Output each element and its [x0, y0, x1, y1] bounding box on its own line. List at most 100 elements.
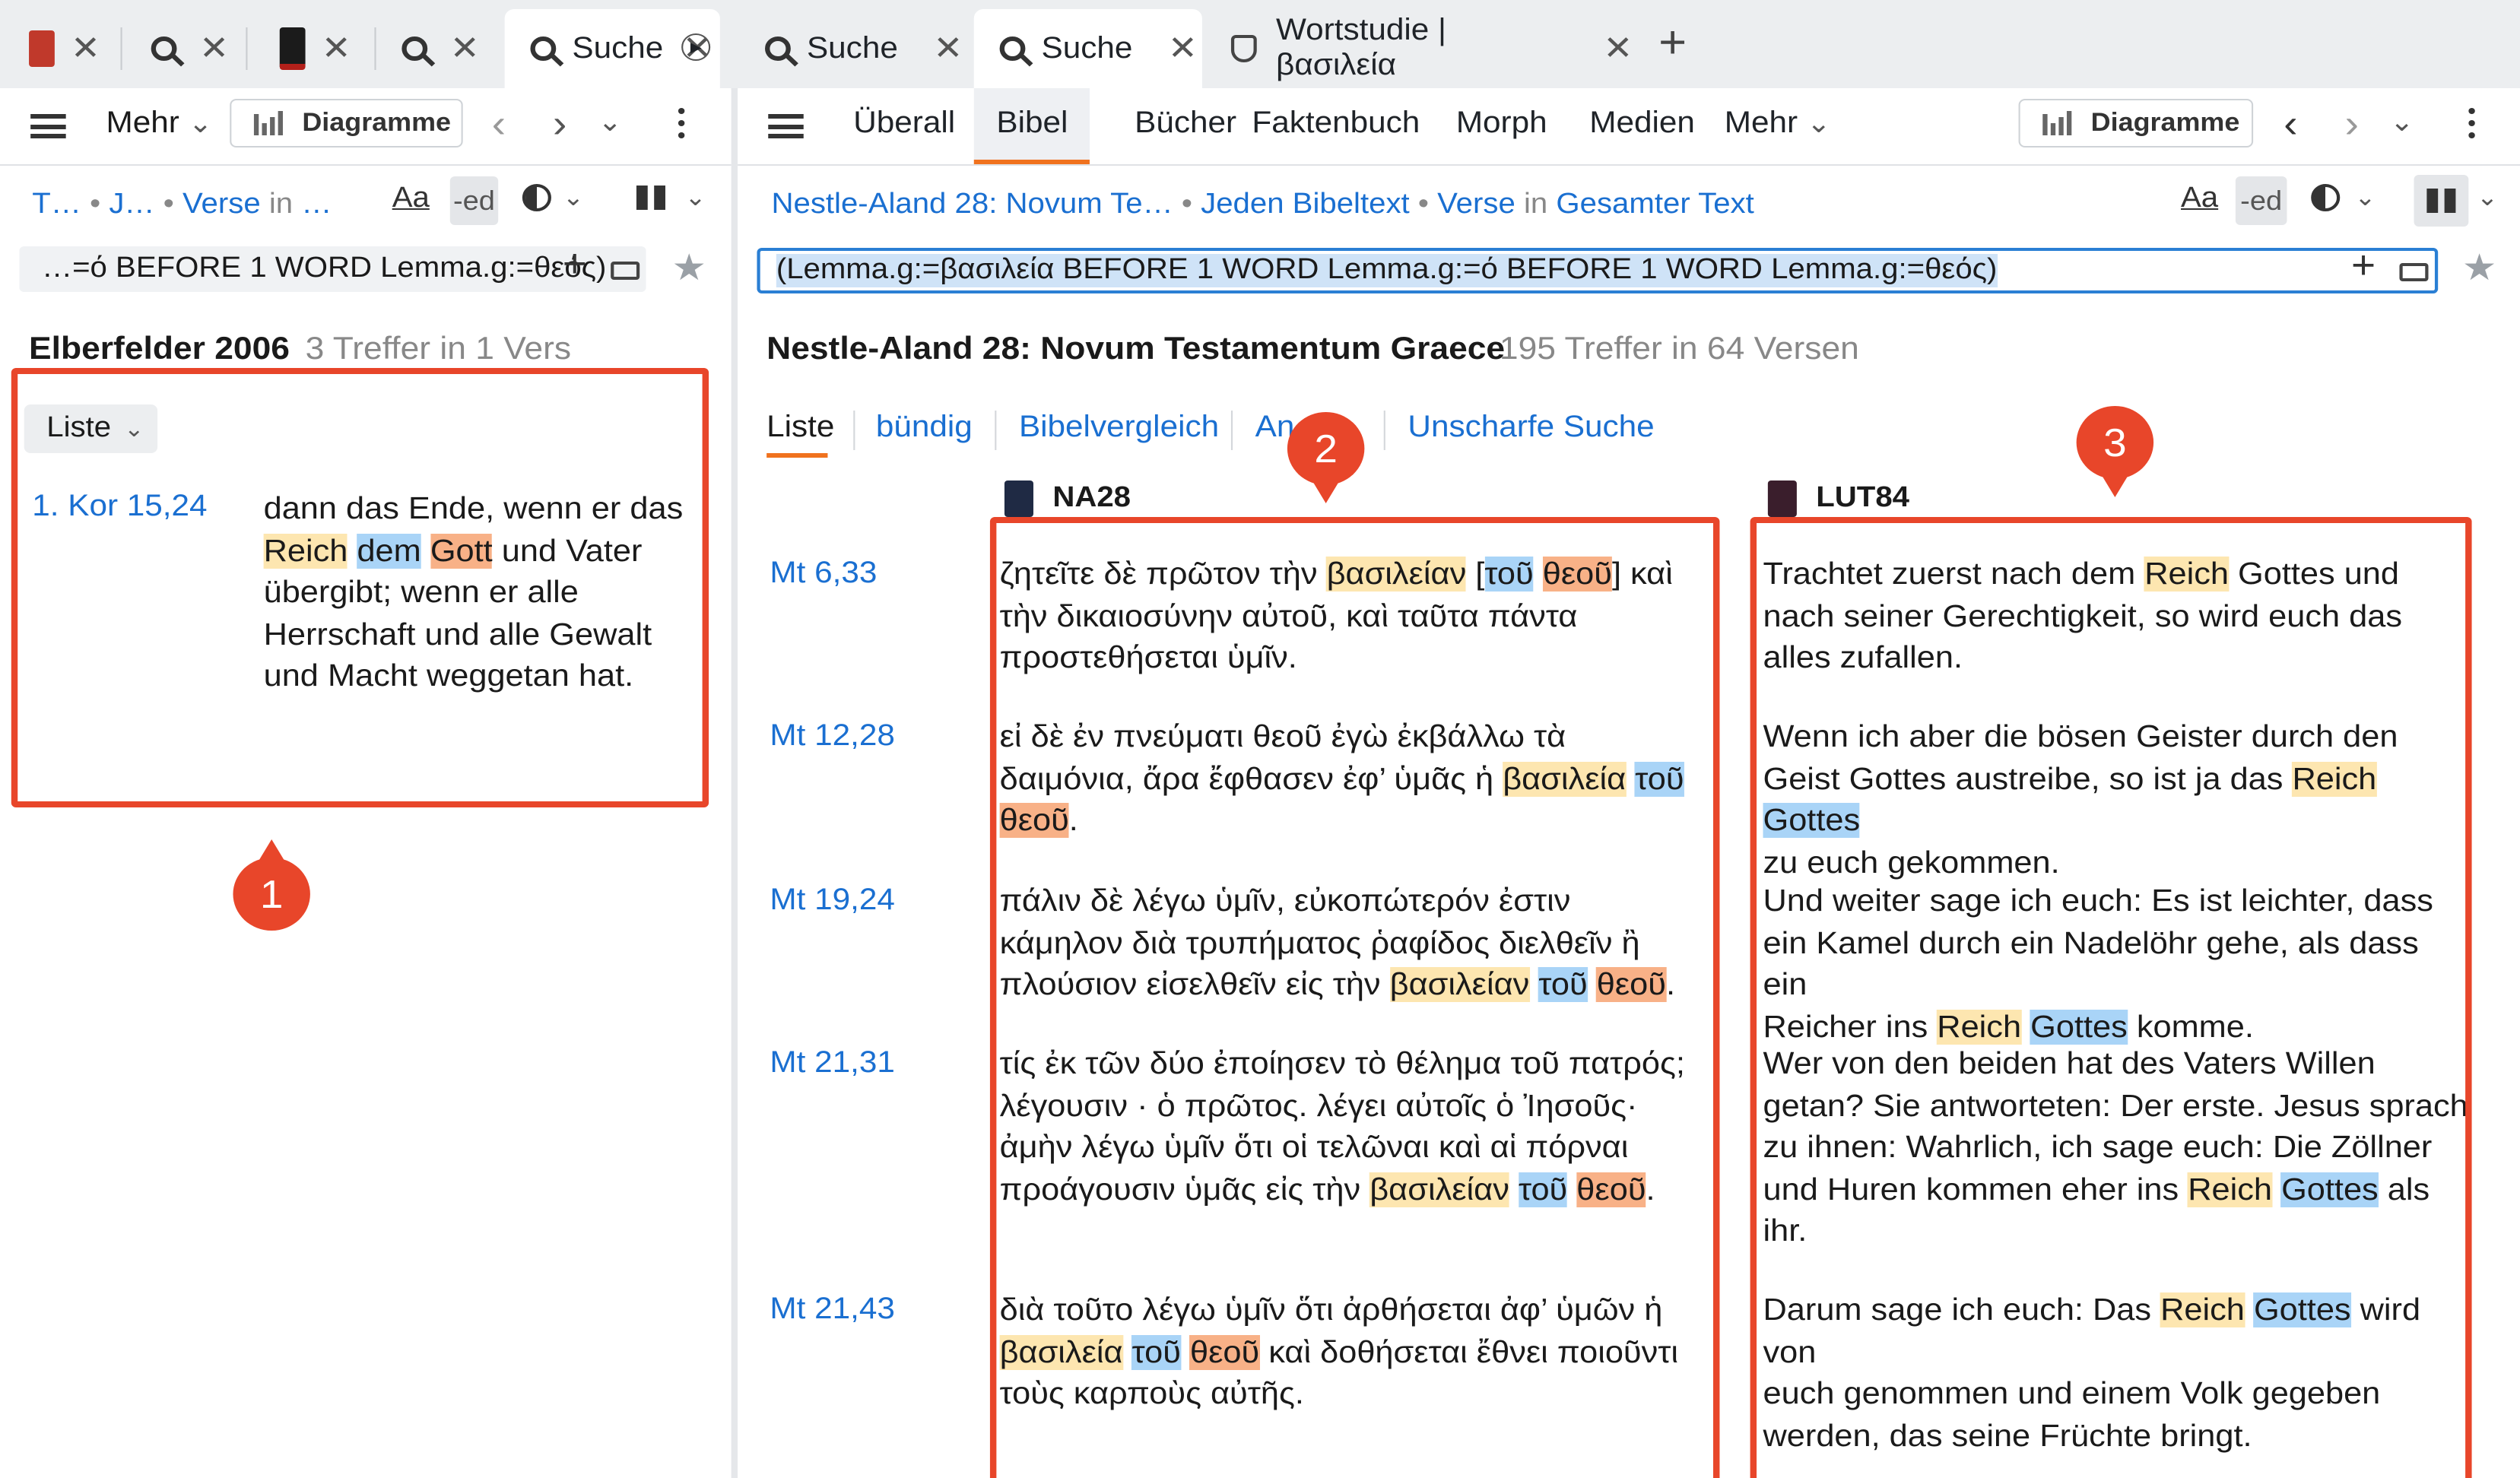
- breadcrumb-unit[interactable]: Verse: [182, 189, 261, 220]
- search-icon: [765, 36, 791, 61]
- verse-reference[interactable]: Mt 19,24: [770, 883, 894, 918]
- subtab-unscharfe-suche[interactable]: Unscharfe Suche: [1408, 411, 1654, 446]
- bar-chart-icon: [2042, 111, 2074, 135]
- search-icon: [151, 36, 177, 61]
- back-arrow-icon[interactable]: ‹: [492, 100, 506, 147]
- tab-search-5[interactable]: Suche ✕: [973, 9, 1202, 88]
- panel-divider[interactable]: [731, 88, 738, 1478]
- chevron-down-icon[interactable]: ⌄: [684, 182, 706, 213]
- close-icon[interactable]: ✕: [199, 29, 229, 68]
- forward-arrow-icon[interactable]: ›: [553, 100, 567, 147]
- subtab-liste[interactable]: Liste: [766, 411, 834, 446]
- subtab-buendig[interactable]: bündig: [876, 411, 973, 446]
- book-icon: [1004, 481, 1033, 517]
- nav-medien[interactable]: Medien: [1589, 106, 1695, 141]
- nav-mehr-label: Mehr: [1724, 106, 1798, 140]
- left-toolbar: Mehr ⌄ Diagramme ‹ › ⌄: [0, 88, 732, 166]
- tab-search-2[interactable]: ✕: [386, 9, 498, 88]
- close-icon[interactable]: ✕: [1168, 29, 1198, 68]
- more-menu[interactable]: Mehr ⌄: [106, 106, 212, 141]
- nav-buecher[interactable]: Bücher: [1135, 106, 1236, 141]
- close-icon[interactable]: ✕: [322, 29, 351, 68]
- result-count: 195 Treffer in 64 Versen: [1499, 331, 1859, 366]
- tab-word-study[interactable]: Wortstudie | βασιλεία ✕: [1212, 9, 1633, 88]
- subtab-bibelvergleich[interactable]: Bibelvergleich: [1019, 411, 1219, 446]
- panel-layout-button[interactable]: [2414, 175, 2469, 227]
- breadcrumb: Nestle-Aland 28: Novum Te… • Jeden Bibel…: [771, 189, 1754, 220]
- nav-morph[interactable]: Morph: [1456, 106, 1547, 141]
- star-icon[interactable]: ★: [671, 246, 706, 290]
- font-size-icon[interactable]: Aa: [392, 182, 430, 216]
- search-input[interactable]: (Lemma.g:=βασιλεία BEFORE 1 WORD Lemma.g…: [757, 248, 2439, 293]
- breadcrumb-unit[interactable]: Verse: [1437, 189, 1515, 220]
- history-chevron-icon[interactable]: ⌄: [598, 106, 622, 138]
- visual-filter-icon[interactable]: [522, 184, 551, 211]
- nav-mehr[interactable]: Mehr ⌄: [1725, 106, 1831, 141]
- verse-reference[interactable]: Mt 21,43: [770, 1292, 894, 1327]
- diagramme-button[interactable]: Diagramme: [230, 99, 463, 147]
- add-icon[interactable]: +: [2351, 242, 2376, 289]
- nav-faktenbuch[interactable]: Faktenbuch: [1252, 106, 1420, 141]
- inline-ed-icon[interactable]: -ed: [2235, 176, 2287, 225]
- keyboard-icon[interactable]: [2399, 263, 2429, 281]
- kebab-icon[interactable]: [678, 108, 685, 144]
- nav-bibel[interactable]: Bibel: [996, 106, 1068, 141]
- tab-book-2[interactable]: ✕: [260, 9, 376, 88]
- tab-book-1[interactable]: ✕: [13, 9, 122, 88]
- search-icon: [401, 36, 428, 61]
- menu-icon[interactable]: [30, 114, 66, 138]
- close-icon[interactable]: ✕: [1603, 29, 1633, 68]
- chevron-down-icon[interactable]: ⌄: [2354, 182, 2376, 213]
- verse-reference[interactable]: Mt 21,31: [770, 1046, 894, 1081]
- column-label: NA28: [1052, 482, 1131, 514]
- add-icon[interactable]: +: [563, 240, 587, 287]
- chevron-down-icon: ⌄: [1806, 108, 1831, 138]
- back-arrow-icon[interactable]: ‹: [2284, 100, 2297, 147]
- panel-layout-icon: [2426, 189, 2456, 213]
- column-header-na28[interactable]: NA28: [1004, 481, 1131, 517]
- history-chevron-icon[interactable]: ⌄: [2390, 106, 2414, 138]
- panel-layout-icon[interactable]: [636, 186, 665, 210]
- breadcrumb-in: in: [268, 189, 294, 220]
- menu-icon[interactable]: [768, 114, 804, 138]
- chevron-down-icon[interactable]: ⌄: [563, 182, 584, 213]
- search-icon: [999, 36, 1026, 61]
- diagramme-label: Diagramme: [2090, 108, 2240, 137]
- result-title: Elberfelder 2006: [29, 331, 290, 366]
- close-icon[interactable]: ✕: [450, 29, 480, 68]
- breadcrumb-range[interactable]: …: [301, 189, 332, 220]
- forward-arrow-icon[interactable]: ›: [2345, 100, 2359, 147]
- book-icon: [1767, 481, 1797, 517]
- breadcrumb-scope[interactable]: Jeden Bibeltext: [1201, 189, 1410, 220]
- inline-ed-icon[interactable]: -ed: [449, 176, 499, 225]
- more-label: Mehr: [106, 106, 179, 140]
- breadcrumb-resource[interactable]: Nestle-Aland 28: Novum Te…: [771, 189, 1173, 220]
- breadcrumb-scope[interactable]: J…: [109, 189, 154, 220]
- close-icon[interactable]: ✕: [71, 29, 100, 68]
- star-icon[interactable]: ★: [2462, 246, 2496, 290]
- search-icon: [530, 36, 557, 61]
- column-header-lut84[interactable]: LUT84: [1767, 481, 1909, 517]
- verse-reference[interactable]: Mt 6,33: [770, 557, 877, 592]
- diagramme-button[interactable]: Diagramme: [2018, 99, 2254, 147]
- new-tab-plus-icon[interactable]: +: [1658, 18, 1687, 70]
- tab-label: Suche: [806, 31, 898, 65]
- annotation-box-2: [989, 517, 1720, 1478]
- nav-ueberall[interactable]: Überall: [853, 106, 955, 141]
- tab-search-4[interactable]: Suche ✕: [739, 9, 964, 88]
- result-title: Nestle-Aland 28: Novum Testamentum Graec…: [766, 331, 1506, 366]
- chevron-down-icon[interactable]: ⌄: [2477, 182, 2498, 213]
- font-size-icon[interactable]: Aa: [2181, 182, 2218, 216]
- breadcrumb-range[interactable]: Gesamter Text: [1556, 189, 1754, 220]
- search-input[interactable]: …=ό BEFORE 1 WORD Lemma.g:=θεός): [19, 246, 646, 292]
- kebab-icon[interactable]: [2468, 108, 2475, 144]
- visual-filter-icon[interactable]: [2311, 184, 2341, 211]
- breadcrumb-resource[interactable]: T…: [32, 189, 81, 220]
- tab-search-1[interactable]: ✕: [135, 9, 248, 88]
- keyboard-icon[interactable]: [611, 262, 640, 280]
- close-icon[interactable]: ✕: [933, 29, 963, 68]
- tab-search-3[interactable]: Suche ✕ ▶: [504, 9, 720, 88]
- verse-reference[interactable]: Mt 12,28: [770, 719, 894, 754]
- subtab-active-indicator: [766, 453, 828, 458]
- play-icon[interactable]: ▶: [681, 33, 711, 61]
